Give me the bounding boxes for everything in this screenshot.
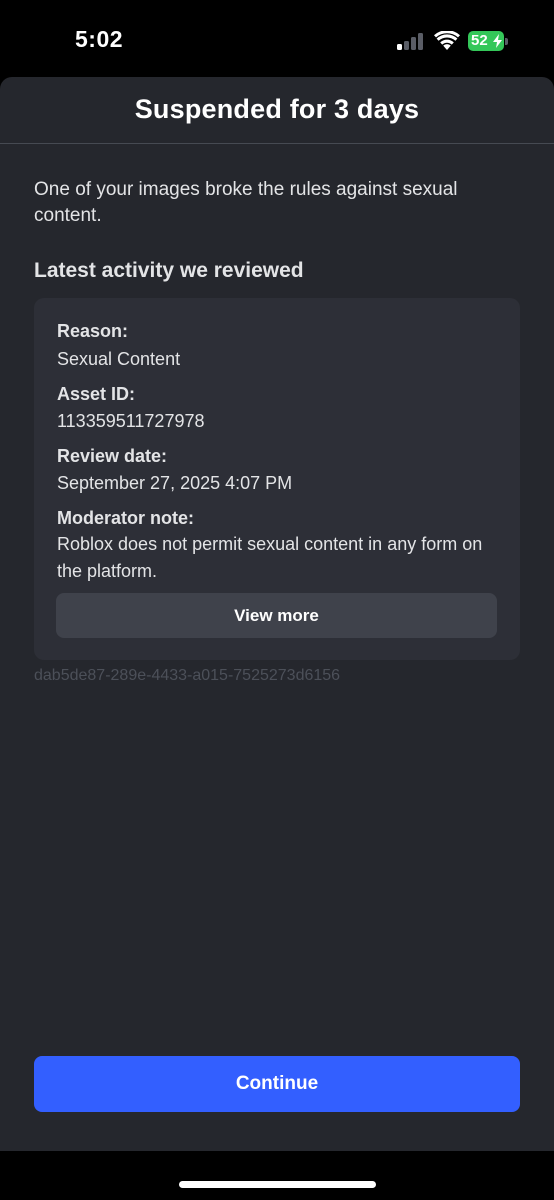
cellular-signal-icon [397, 33, 425, 50]
suspension-intro: One of your images broke the rules again… [34, 179, 458, 226]
asset-id-label: Asset ID: [57, 384, 136, 404]
charging-bolt-icon [493, 34, 502, 48]
section-heading: Latest activity we reviewed [34, 259, 304, 282]
status-bar: 5:02 52 [0, 0, 554, 78]
status-time: 5:02 [75, 26, 124, 52]
moderator-note-label: Moderator note: [57, 508, 194, 528]
asset-id-value: 113359511727978 [57, 411, 205, 431]
reason-label: Reason: [57, 321, 129, 341]
view-more-button[interactable]: View more [56, 593, 497, 638]
suspension-sheet: Suspended for 3 days One of your images … [0, 77, 554, 1151]
review-card: Reason: Sexual Content Asset ID: 1133595… [34, 298, 520, 660]
home-indicator[interactable] [179, 1181, 376, 1188]
ticket-id: dab5de87-289e-4433-a015-7525273d6156 [34, 667, 341, 684]
continue-button[interactable]: Continue [34, 1056, 520, 1112]
reason-value: Sexual Content [57, 349, 181, 369]
title-divider [0, 143, 554, 144]
battery-charging-icon: 52 [468, 31, 509, 51]
sheet-title: Suspended for 3 days [134, 94, 420, 124]
wifi-icon [434, 31, 460, 50]
moderator-note-value: Roblox does not permit sexual content in… [57, 534, 483, 581]
review-date-value: September 27, 2025 4:07 PM [57, 473, 293, 493]
review-date-label: Review date: [57, 446, 168, 466]
battery-cap [505, 38, 508, 45]
